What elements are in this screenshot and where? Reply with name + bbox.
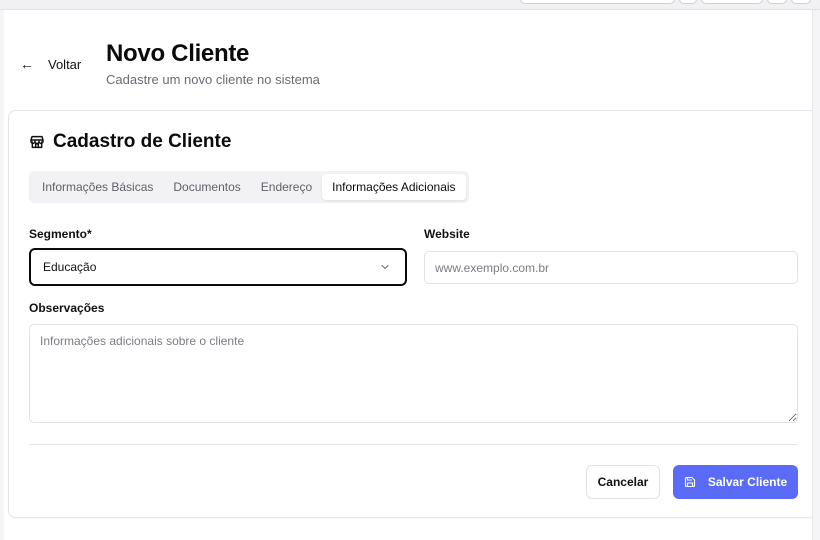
toolbar-button-edge bbox=[679, 0, 697, 4]
save-label: Salvar Cliente bbox=[707, 475, 788, 489]
page-title: Novo Cliente bbox=[106, 40, 250, 67]
notes-textarea[interactable] bbox=[29, 324, 798, 423]
toolbar-button-edge bbox=[791, 0, 811, 4]
back-button[interactable]: ← Voltar bbox=[20, 52, 81, 76]
page-subtitle: Cadastre um novo cliente no sistema bbox=[106, 72, 320, 87]
arrow-left-icon: ← bbox=[20, 56, 34, 72]
segment-value: Educação bbox=[43, 260, 97, 274]
tab-informacoes-basicas[interactable]: Informações Básicas bbox=[32, 174, 163, 200]
address-bar-edge bbox=[520, 0, 675, 4]
toolbar-button-edge bbox=[767, 0, 787, 4]
back-label: Voltar bbox=[48, 56, 82, 72]
browser-top-strip bbox=[0, 0, 820, 10]
save-icon bbox=[684, 476, 695, 488]
card-header: Cadastro de Cliente bbox=[29, 131, 231, 153]
segment-label: Segmento* bbox=[29, 227, 92, 241]
cancel-button[interactable]: Cancelar bbox=[586, 465, 660, 499]
client-form-card: Cadastro de Cliente Informações Básicas … bbox=[8, 110, 817, 518]
toolbar-button-edge bbox=[701, 0, 763, 4]
notes-label: Observações bbox=[29, 301, 105, 315]
tab-documentos[interactable]: Documentos bbox=[163, 174, 250, 200]
store-icon bbox=[30, 135, 44, 149]
card-title: Cadastro de Cliente bbox=[53, 131, 232, 152]
chevron-down-icon bbox=[381, 265, 389, 269]
page: ← Voltar Novo Cliente Cadastre um novo c… bbox=[4, 10, 817, 540]
scrollbar-gutter bbox=[812, 10, 820, 540]
tab-endereco[interactable]: Endereço bbox=[251, 174, 322, 200]
website-label: Website bbox=[424, 227, 470, 241]
save-client-button[interactable]: Salvar Cliente bbox=[673, 465, 798, 499]
divider bbox=[29, 444, 798, 445]
segment-select[interactable]: Educação bbox=[29, 248, 407, 286]
form-tabs: Informações Básicas Documentos Endereço … bbox=[29, 171, 469, 203]
website-input[interactable] bbox=[424, 251, 798, 284]
tab-informacoes-adicionais[interactable]: Informações Adicionais bbox=[322, 174, 466, 200]
